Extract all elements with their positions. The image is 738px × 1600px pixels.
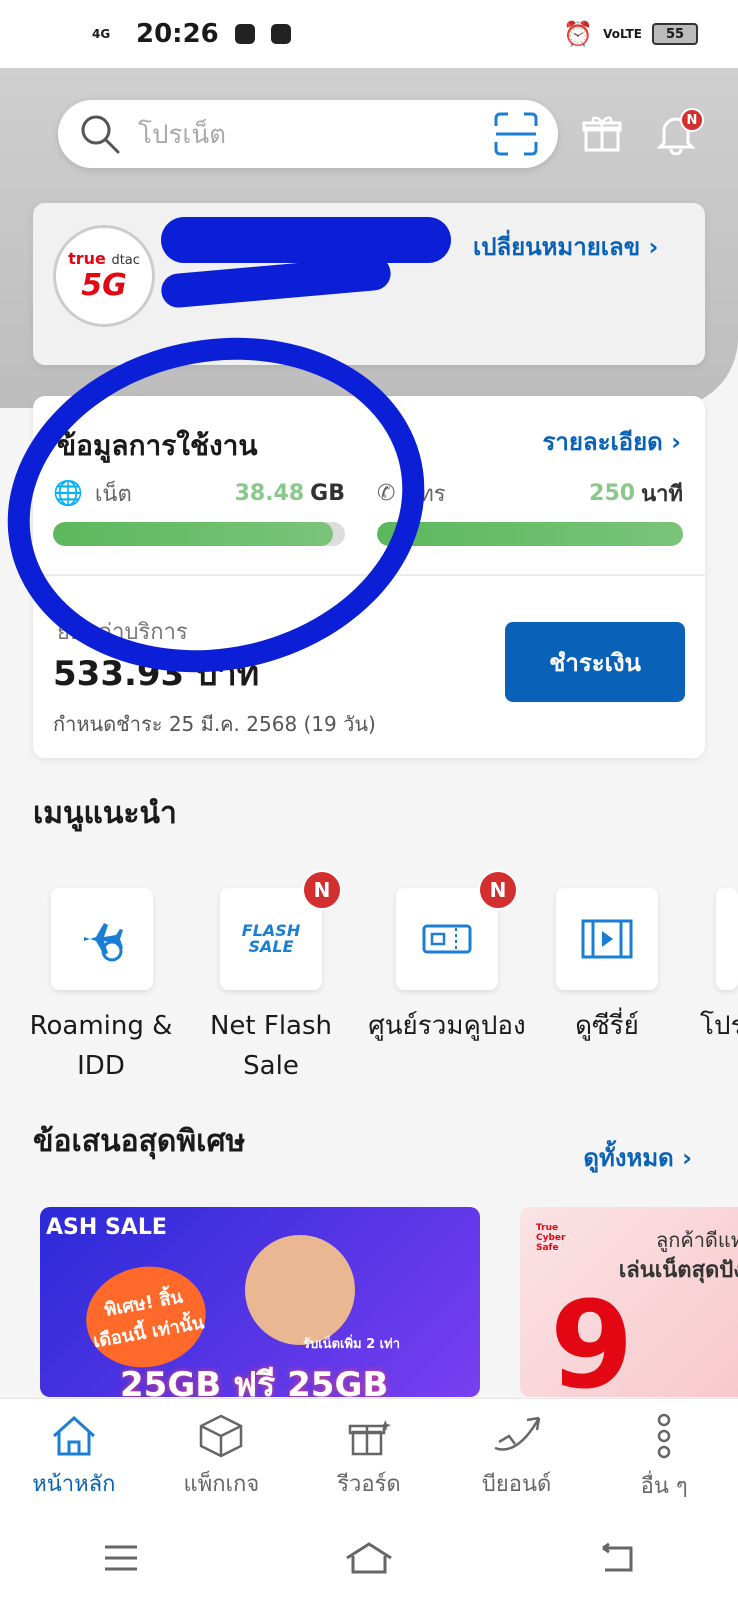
alarm-icon: ⏰ [563,20,594,48]
call-progress-bar [377,522,683,546]
menu-promo-label: โปร [700,1011,738,1041]
call-value: 250 [589,480,636,506]
video-icon [581,919,633,959]
menu-title: เมนูแนะนำ [33,796,177,831]
redaction-scribble [159,255,393,309]
promo2-text: ลูกค้าดีแท เล่นเน็ตสุดปัง [618,1228,738,1283]
tab-package[interactable]: แพ็กเกจ [148,1399,296,1516]
search-input[interactable]: โปรเน็ต [138,114,494,155]
gallery-icon [270,24,291,44]
offers-title: ข้อเสนอสุดพิเศษ [33,1124,246,1159]
plane-globe-icon [84,923,123,962]
menu-roaming-label: Roaming & IDD [29,1011,173,1081]
pay-button[interactable]: ชำระเงิน [505,622,685,702]
menu-series-label: ดูซีรี่ย์ [575,1011,639,1041]
coupon-badge: N [478,870,518,910]
account-card[interactable]: true dtac 5G เปลี่ยนหมายเลข › [33,203,705,365]
network-indicator: 4G [92,27,111,41]
scan-icon[interactable] [494,112,538,156]
coupon-icon [422,924,472,954]
back-icon[interactable] [597,1542,637,1574]
menu-promo[interactable] [716,888,738,990]
beyond-icon [494,1416,540,1451]
search-icon [81,115,120,154]
menu-flash-sale-label: Net Flash Sale [209,1011,333,1081]
status-bar: 4G 20:26 ⏰ VoLTE 55 [0,0,738,68]
redaction-scribble [161,217,451,263]
see-all-link[interactable]: ดูทั้งหมด › [583,1138,692,1177]
promo2-big-number: 9 [550,1277,634,1398]
recents-icon[interactable] [101,1543,141,1573]
promo-banner-flash-sale[interactable]: ASH SALE พิเศษ! สิ้นเดือนนี้ เท่านั้น รั… [40,1207,480,1397]
flash-sale-text: ASH SALE [46,1215,167,1240]
change-number-link[interactable]: เปลี่ยนหมายเลข › [473,227,658,266]
truedtac-logo: true dtac 5G [53,225,155,327]
clock: 20:26 [136,19,219,49]
flash-sale-badge: N [302,870,342,910]
tab-home[interactable]: หน้าหลัก [0,1399,148,1516]
home-nav-icon[interactable] [343,1540,395,1576]
tab-beyond[interactable]: บียอนด์ [443,1399,591,1516]
due-date: กำหนดชำระ 25 มี.ค. 2568 (19 วัน) [53,712,376,736]
tab-reward[interactable]: รีวอร์ด [295,1399,443,1516]
call-unit: นาที [641,481,683,507]
home-icon [52,1415,95,1456]
promo-headline: 25GB ฟรี 25GB [120,1365,389,1397]
model-photo [245,1235,355,1345]
battery-icon: 55 [652,23,698,45]
details-link[interactable]: รายละเอียด › [542,422,681,461]
cyber-safe-logo: True Cyber Safe [536,1223,566,1253]
menu-series[interactable] [556,888,658,990]
tab-more[interactable]: อื่น ๆ [590,1399,738,1516]
flash-sale-icon: FLASH SALE [241,921,301,956]
package-icon [200,1414,243,1458]
gift-icon [348,1420,391,1456]
search-bar[interactable]: โปรเน็ต [58,100,558,168]
gift-icon[interactable] [576,108,628,160]
bell-icon[interactable]: N [650,108,704,160]
promo-subtext: รับเน็ตเพิ่ม 2 เท่า [303,1337,400,1352]
volte-indicator: VoLTE [603,27,642,41]
bottom-tab-bar: หน้าหลัก แพ็กเกจ รีวอร์ด บียอนด์ อื่น ๆ [0,1398,738,1516]
mic-icon [234,24,255,44]
menu-roaming[interactable] [51,888,153,990]
menu-coupon-label: ศูนย์รวมคูปอง [368,1011,526,1041]
more-icon [657,1413,671,1459]
notification-badge: N [680,108,704,132]
promo-banner-cyber[interactable]: True Cyber Safe ลูกค้าดีแท เล่นเน็ตสุดปัง… [520,1207,738,1397]
system-nav-bar [0,1516,738,1600]
